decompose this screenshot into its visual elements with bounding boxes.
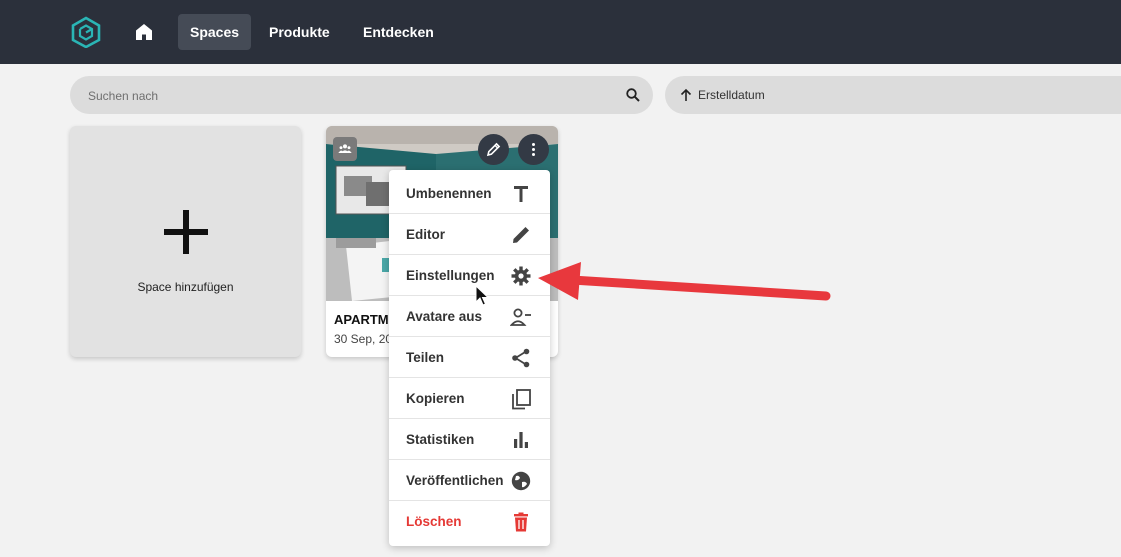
menu-item-label: Avatare aus: [406, 309, 483, 324]
menu-item-label: Kopieren: [406, 391, 465, 406]
menu-item-editor[interactable]: Editor: [389, 214, 550, 255]
more-vertical-icon: [532, 143, 535, 156]
search-input[interactable]: [86, 76, 610, 116]
nav-item-entdecken[interactable]: Entdecken: [351, 14, 446, 50]
nav-item-produkte[interactable]: Produkte: [257, 14, 342, 50]
add-space-card[interactable]: Space hinzufügen: [70, 126, 301, 357]
menu-item-label: Editor: [406, 227, 445, 242]
trash-icon: [514, 512, 528, 532]
person-remove-icon: [510, 308, 531, 326]
menu-item-umbenennen[interactable]: Umbenennen: [389, 173, 550, 214]
sort-label: Erstelldatum: [698, 88, 765, 102]
menu-item-avatare-aus[interactable]: Avatare aus: [389, 296, 550, 337]
search-icon[interactable]: [625, 87, 641, 103]
menu-item-label: Einstellungen: [406, 268, 495, 283]
pencil-icon: [486, 142, 501, 157]
plus-icon: [164, 210, 208, 254]
menu-item-kopieren[interactable]: Kopieren: [389, 378, 550, 419]
cube-logo-icon[interactable]: [70, 16, 102, 48]
space-title: APARTM: [334, 312, 389, 327]
share-icon: [512, 348, 530, 368]
sort-button[interactable]: Erstelldatum: [665, 76, 1121, 114]
space-context-menu: Umbenennen Editor Einstellungen Avatare …: [389, 170, 550, 546]
menu-item-label: Umbenennen: [406, 186, 492, 201]
group-badge: [333, 137, 357, 161]
menu-item-label: Löschen: [406, 514, 462, 529]
globe-icon: [511, 471, 531, 491]
arrow-up-icon: [680, 88, 692, 101]
menu-item-loeschen[interactable]: Löschen: [389, 501, 550, 542]
space-date: 30 Sep, 20: [334, 332, 393, 346]
copy-icon: [512, 389, 531, 410]
search-bar: [70, 76, 653, 116]
menu-item-teilen[interactable]: Teilen: [389, 337, 550, 378]
top-navigation-bar: Spaces Produkte Entdecken: [0, 0, 1121, 64]
edit-space-button[interactable]: [478, 134, 509, 165]
pencil-icon: [513, 227, 529, 243]
menu-item-label: Statistiken: [406, 432, 475, 447]
menu-item-veroeffentlichen[interactable]: Veröffentlichen: [389, 460, 550, 501]
add-space-label: Space hinzufügen: [137, 280, 234, 294]
menu-item-statistiken[interactable]: Statistiken: [389, 419, 550, 460]
menu-item-einstellungen[interactable]: Einstellungen: [389, 255, 550, 296]
gear-icon: [511, 266, 531, 286]
nav-item-spaces[interactable]: Spaces: [178, 14, 252, 50]
home-icon[interactable]: [132, 20, 156, 44]
more-options-button[interactable]: [518, 134, 549, 165]
bar-chart-icon: [514, 432, 528, 448]
text-icon: [514, 186, 528, 202]
group-icon: [338, 144, 352, 153]
menu-item-label: Teilen: [406, 350, 445, 365]
menu-item-label: Veröffentlichen: [406, 473, 504, 488]
